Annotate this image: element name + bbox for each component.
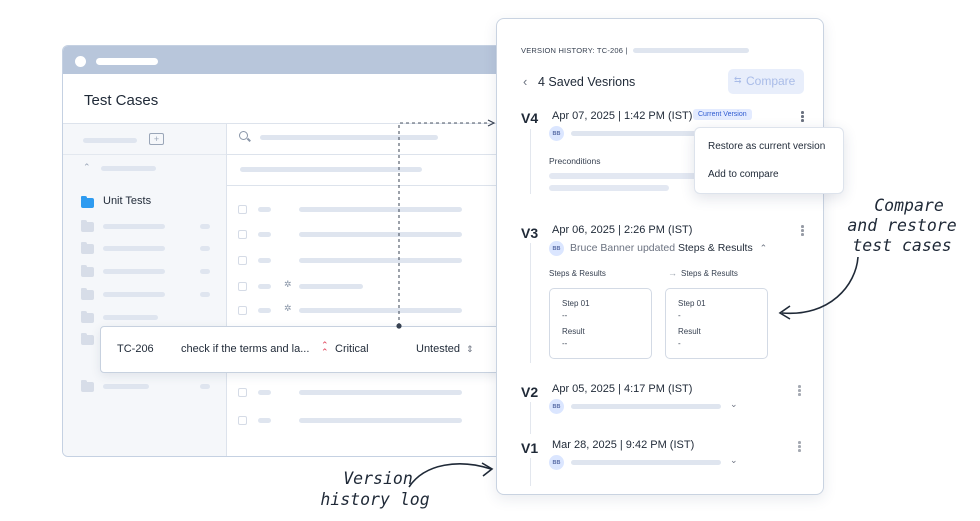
version-tag-v2: V2 xyxy=(521,384,539,400)
timeline-line xyxy=(530,243,531,363)
annotation-line: and restore xyxy=(847,216,957,235)
version-tag-v1: V1 xyxy=(521,440,539,456)
version-date-v4: Apr 07, 2025 | 1:42 PM (IST) xyxy=(552,110,693,122)
more-options-v2[interactable] xyxy=(798,385,801,398)
more-options-v1[interactable] xyxy=(798,441,801,454)
step-label: Step 01 xyxy=(562,299,590,308)
timeline-line xyxy=(530,129,531,194)
panel-header: VERSION HISTORY: TC-206 | xyxy=(521,46,628,55)
result-label: Result xyxy=(562,327,585,336)
compare-button[interactable]: ⇆ Compare xyxy=(728,69,804,94)
avatar: BB xyxy=(549,126,564,141)
step-value: -- xyxy=(562,311,568,320)
version-date-v1: Mar 28, 2025 | 9:42 PM (IST) xyxy=(552,439,695,451)
version-tag-v4: V4 xyxy=(521,110,539,126)
avatar: BB xyxy=(549,399,564,414)
annotation-arrow-bottom xyxy=(408,462,494,488)
update-field: Steps & Results xyxy=(678,242,753,254)
compare-label: Compare xyxy=(746,74,796,88)
compare-icon: ⇆ xyxy=(734,75,742,85)
chevron-up-icon: ⌃ xyxy=(759,243,768,253)
arrow-right-icon: → xyxy=(668,268,677,278)
back-button[interactable]: ‹ xyxy=(523,74,527,89)
avatar: BB xyxy=(549,241,564,256)
annotation-line: Compare xyxy=(874,196,944,215)
avatar: BB xyxy=(549,455,564,470)
menu-item-restore[interactable]: Restore as current version xyxy=(708,141,825,152)
update-user: Bruce Banner updated xyxy=(570,242,676,254)
current-version-badge: Current Version xyxy=(693,109,752,120)
step-value: - xyxy=(678,311,681,320)
update-summary[interactable]: Bruce Banner updated Steps & Results ⌃ xyxy=(570,242,767,254)
preconditions-label: Preconditions xyxy=(549,156,601,166)
version-date-v2: Apr 05, 2025 | 4:17 PM (IST) xyxy=(552,383,693,395)
result-label: Result xyxy=(678,327,701,336)
chevron-down-icon[interactable]: ⌄ xyxy=(730,455,738,466)
version-date-v3: Apr 06, 2025 | 2:26 PM (IST) xyxy=(552,224,693,236)
step-label: Step 01 xyxy=(678,299,706,308)
more-options-v4[interactable] xyxy=(801,111,804,124)
version-tag-v3: V3 xyxy=(521,225,539,241)
timeline-line xyxy=(530,458,531,486)
timeline-line xyxy=(530,402,531,434)
steps-results-label-new: Steps & Results xyxy=(681,269,738,278)
chevron-down-icon[interactable]: ⌄ xyxy=(730,399,738,410)
menu-item-add-to-compare[interactable]: Add to compare xyxy=(708,169,779,180)
old-value-box: Step 01 -- Result -- xyxy=(549,288,652,359)
saved-versions-title: 4 Saved Vesrions xyxy=(538,75,636,89)
new-value-box: Step 01 - Result - xyxy=(665,288,768,359)
annotation-compare-restore: Compare and restore test cases xyxy=(832,196,972,256)
annotation-line: test cases xyxy=(852,236,952,255)
steps-results-label-old: Steps & Results xyxy=(549,269,606,278)
more-options-v3[interactable] xyxy=(801,225,804,238)
result-value: - xyxy=(678,339,681,348)
version-options-menu: Restore as current version Add to compar… xyxy=(694,127,844,194)
annotation-arrow-right xyxy=(778,256,859,320)
result-value: -- xyxy=(562,339,568,348)
